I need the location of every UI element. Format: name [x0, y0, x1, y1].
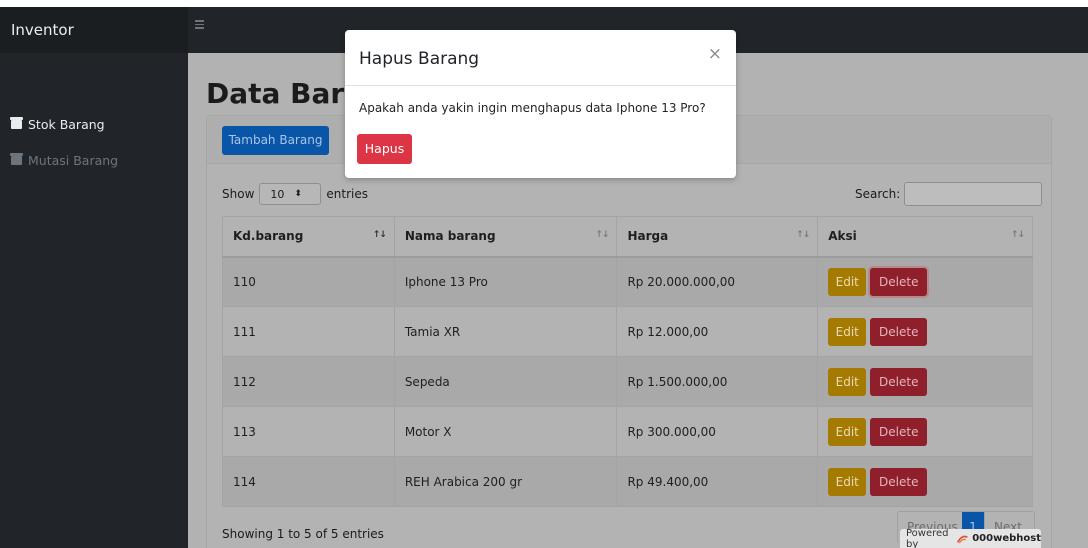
sort-icon: ↑↓ — [796, 230, 810, 240]
column-label: Aksi — [828, 229, 857, 244]
cell-aksi: Edit Delete — [817, 306, 1033, 357]
edit-button[interactable]: Edit — [828, 367, 867, 396]
cell-nama-barang: Tamia XR — [393, 306, 618, 357]
brand-logo[interactable]: Inventor — [0, 7, 188, 53]
table-header-row: Kd.barang ↑↓ Nama barang ↑↓ Harga ↑↓ Aksi ↑↓ — [222, 216, 1033, 258]
modal-message: Apakah anda yakin ingin menghapus data I… — [359, 101, 706, 115]
table-row: 113 Motor X Rp 300.000,00 Edit Delete — [222, 406, 1033, 457]
column-header-aksi[interactable]: Aksi ↑↓ — [817, 216, 1033, 258]
cell-kd-barang: 111 — [222, 306, 395, 357]
webhost-logo-icon — [957, 535, 969, 543]
column-header-kd-barang[interactable]: Kd.barang ↑↓ — [222, 216, 395, 258]
cell-aksi: Edit Delete — [817, 356, 1033, 407]
table-row: 111 Tamia XR Rp 12.000,00 Edit Delete — [222, 306, 1033, 357]
delete-button[interactable]: Delete — [870, 417, 928, 446]
delete-confirm-modal: Hapus Barang × Apakah anda yakin ingin m… — [345, 30, 736, 178]
entries-label: entries — [326, 187, 368, 201]
edit-button[interactable]: Edit — [828, 467, 867, 496]
cell-kd-barang: 112 — [222, 356, 395, 407]
cell-harga: Rp 20.000.000,00 — [616, 256, 819, 307]
items-table: Kd.barang ↑↓ Nama barang ↑↓ Harga ↑↓ Aksi ↑↓… — [222, 216, 1033, 507]
table-row: 112 Sepeda Rp 1.500.000,00 Edit Delete — [222, 356, 1033, 407]
box-icon — [10, 152, 23, 165]
add-item-button[interactable]: Tambah Barang — [222, 126, 329, 155]
delete-button[interactable]: Delete — [870, 317, 928, 346]
powered-by-label: Powered by — [906, 527, 949, 548]
modal-title: Hapus Barang — [359, 49, 480, 69]
sidebar-item-stok-barang[interactable]: Stok Barang — [10, 114, 105, 134]
cell-nama-barang: Motor X — [393, 406, 618, 457]
column-header-harga[interactable]: Harga ↑↓ — [616, 216, 819, 258]
search-control: Search: — [855, 182, 1043, 206]
sidebar-item-mutasi-barang[interactable]: Mutasi Barang — [10, 150, 119, 170]
entries-length-value: 10 — [270, 187, 285, 201]
cell-harga: Rp 300.000,00 — [616, 406, 819, 457]
sidebar-item-label: Mutasi Barang — [28, 152, 119, 168]
cell-kd-barang: 113 — [222, 406, 395, 457]
confirm-delete-button[interactable]: Hapus — [357, 134, 412, 164]
cell-aksi: Edit Delete — [817, 406, 1033, 457]
close-icon[interactable]: × — [708, 44, 722, 64]
sidebar-item-label: Stok Barang — [28, 116, 105, 132]
search-label: Search: — [855, 187, 901, 201]
edit-button[interactable]: Edit — [828, 417, 867, 446]
delete-button[interactable]: Delete — [870, 367, 928, 396]
top-strip — [0, 0, 1088, 7]
delete-button[interactable]: Delete — [870, 267, 928, 296]
box-icon — [10, 116, 23, 129]
cell-nama-barang: Iphone 13 Pro — [393, 256, 618, 307]
delete-button[interactable]: Delete — [870, 467, 928, 496]
cell-harga: Rp 1.500.000,00 — [616, 356, 819, 407]
data-card: Tambah Barang Show 10 ⬍ entries Search: … — [206, 115, 1052, 548]
edit-button[interactable]: Edit — [828, 317, 867, 346]
column-label: Kd.barang — [233, 229, 304, 244]
cell-aksi: Edit Delete — [817, 256, 1033, 307]
cell-nama-barang: REH Arabica 200 gr — [393, 456, 618, 507]
cell-kd-barang: 110 — [222, 256, 395, 307]
cell-harga: Rp 12.000,00 — [616, 306, 819, 357]
edit-button[interactable]: Edit — [828, 267, 867, 296]
column-label: Harga — [627, 229, 669, 244]
modal-header: Hapus Barang × — [345, 30, 736, 86]
sort-icon: ↑↓ — [595, 230, 609, 240]
menu-toggle-icon[interactable] — [195, 20, 205, 32]
cell-kd-barang: 114 — [222, 456, 395, 507]
show-label: Show — [222, 187, 255, 201]
table-info: Showing 1 to 5 of 5 entries — [222, 527, 384, 541]
cell-harga: Rp 49.400,00 — [616, 456, 819, 507]
cell-aksi: Edit Delete — [817, 456, 1033, 507]
cell-nama-barang: Sepeda — [393, 356, 618, 407]
sort-icon: ↑↓ — [372, 230, 387, 240]
table-row: 110 Iphone 13 Pro Rp 20.000.000,00 Edit D… — [222, 256, 1033, 307]
entries-length-select[interactable]: 10 ⬍ — [259, 183, 322, 205]
table-row: 114 REH Arabica 200 gr Rp 49.400,00 Edit… — [222, 456, 1033, 507]
search-input[interactable] — [904, 182, 1043, 206]
powered-by-badge[interactable]: Powered by 000webhost — [900, 527, 1041, 548]
column-label: Nama barang — [404, 229, 496, 244]
entries-length-control: Show 10 ⬍ entries — [222, 183, 368, 205]
powered-by-brand: 000webhost — [972, 533, 1041, 544]
select-arrows-icon: ⬍ — [294, 189, 302, 199]
column-header-nama-barang[interactable]: Nama barang ↑↓ — [393, 216, 618, 258]
sidebar: Stok Barang Mutasi Barang — [0, 53, 188, 548]
sort-icon: ↑↓ — [1010, 230, 1025, 240]
